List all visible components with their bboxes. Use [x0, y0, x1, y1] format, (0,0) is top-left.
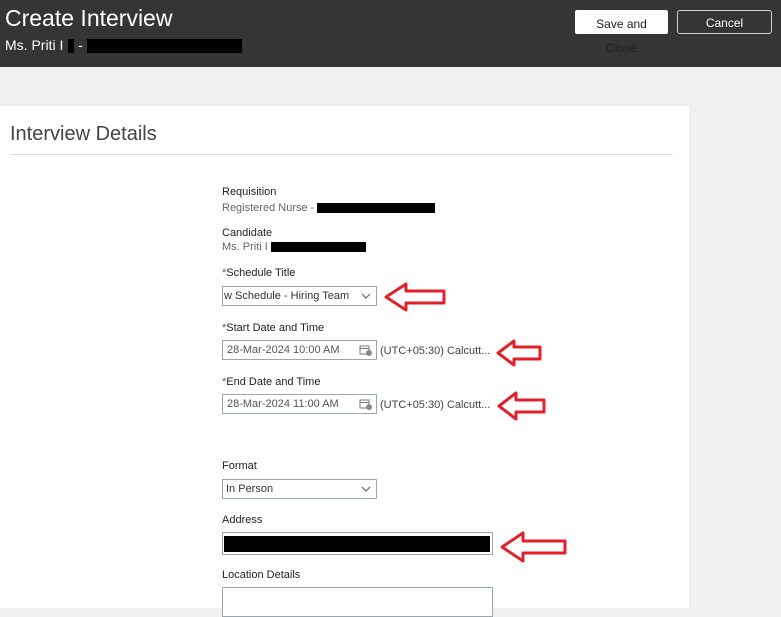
candidate-subtitle: Ms. Priti I - — [5, 37, 242, 54]
end-date-label: *End Date and Time — [222, 376, 320, 388]
section-title: Interview Details — [10, 123, 157, 145]
end-date-value: 28-Mar-2024 11:00 AM — [227, 398, 339, 410]
red-arrow-annotation — [497, 391, 546, 421]
red-arrow-annotation — [500, 531, 567, 563]
end-date-label-text: End Date and Time — [226, 376, 321, 388]
end-date-input[interactable]: 28-Mar-2024 11:00 AM — [222, 394, 377, 414]
redaction-bar — [317, 203, 436, 214]
start-date-label-text: Start Date and Time — [226, 322, 325, 334]
subtitle-name: Ms. Priti I — [5, 37, 64, 53]
chevron-down-icon — [361, 486, 371, 492]
page-title: Create Interview — [5, 5, 173, 31]
candidate-value: Ms. Priti I — [222, 241, 366, 253]
address-input[interactable] — [222, 532, 493, 555]
start-timezone[interactable]: (UTC+05:30) Calcutt... — [380, 345, 490, 357]
requisition-text: Registered Nurse - — [222, 202, 315, 214]
cancel-button[interactable]: Cancel — [677, 10, 772, 34]
redaction-bar — [270, 242, 366, 253]
location-details-label: Location Details — [222, 569, 301, 581]
redaction-bar — [68, 39, 75, 54]
red-arrow-annotation — [496, 339, 542, 367]
subtitle-separator: - — [78, 37, 83, 53]
calendar-icon[interactable] — [359, 344, 373, 357]
schedule-title-label: *Schedule Title — [222, 267, 295, 279]
address-label: Address — [222, 514, 263, 526]
section-divider — [10, 154, 673, 155]
calendar-icon[interactable] — [359, 398, 373, 411]
redaction-bar — [224, 536, 490, 552]
format-label: Format — [222, 460, 257, 472]
page-header: Create Interview Ms. Priti I - Save and … — [0, 0, 781, 67]
requisition-label: Requisition — [222, 186, 277, 198]
schedule-title-select[interactable]: w Schedule - Hiring Team — [222, 286, 377, 306]
redaction-bar — [86, 39, 242, 54]
chevron-down-icon — [361, 293, 371, 299]
end-timezone[interactable]: (UTC+05:30) Calcutt... — [380, 399, 490, 411]
candidate-label: Candidate — [222, 227, 273, 239]
start-date-value: 28-Mar-2024 10:00 AM — [227, 344, 340, 356]
location-details-textarea[interactable] — [222, 587, 493, 617]
red-arrow-annotation — [384, 282, 446, 312]
schedule-title-value: w Schedule - Hiring Team — [224, 290, 350, 302]
start-date-label: *Start Date and Time — [222, 322, 324, 334]
schedule-title-label-text: Schedule Title — [226, 267, 296, 279]
format-select[interactable]: In Person — [222, 479, 377, 499]
save-and-close-button[interactable]: Save and Close — [575, 10, 668, 55]
start-date-input[interactable]: 28-Mar-2024 10:00 AM — [222, 340, 377, 360]
candidate-text: Ms. Priti I — [222, 241, 268, 253]
requisition-value: Registered Nurse - — [222, 202, 436, 214]
format-value: In Person — [226, 483, 274, 495]
